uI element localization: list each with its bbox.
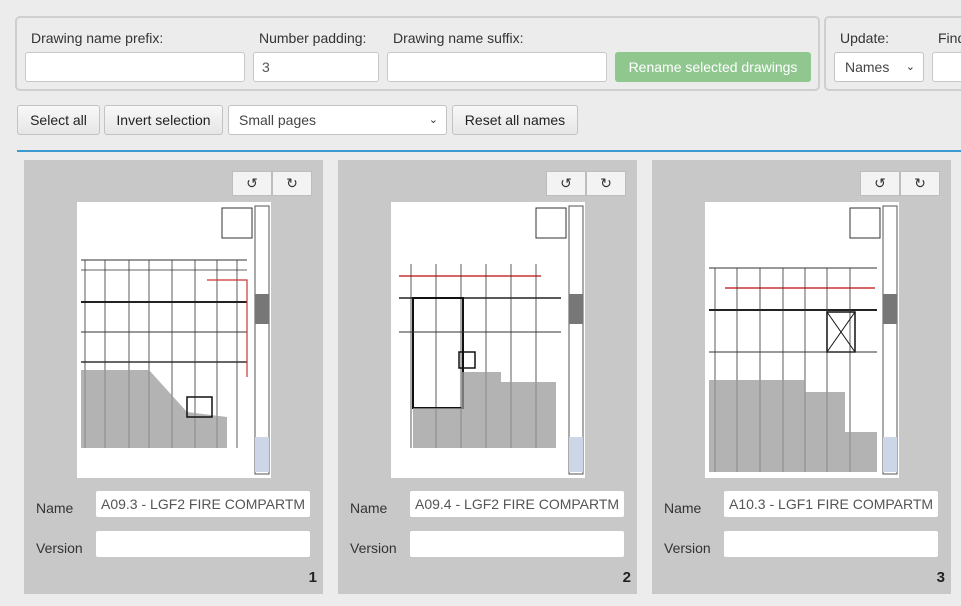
suffix-label: Drawing name suffix: xyxy=(393,30,524,46)
prefix-input[interactable] xyxy=(25,52,245,82)
rotate-cw-icon[interactable]: ↻ xyxy=(272,171,312,196)
find-label: Find xyxy=(938,30,961,46)
card-number: 2 xyxy=(622,569,631,586)
rotate-ccw-icon[interactable]: ↺ xyxy=(860,171,900,196)
find-input[interactable] xyxy=(932,52,961,82)
update-select-value: Names xyxy=(845,59,890,75)
update-panel: Update: Names ⌄ Find xyxy=(824,16,961,91)
update-select[interactable]: Names ⌄ xyxy=(834,52,924,82)
drawing-thumbnail[interactable] xyxy=(705,202,899,478)
rotate-cw-icon[interactable]: ↻ xyxy=(586,171,626,196)
reset-names-button[interactable]: Reset all names xyxy=(452,105,578,135)
invert-selection-button[interactable]: Invert selection xyxy=(104,105,223,135)
name-input[interactable]: A10.3 - LGF1 FIRE COMPARTM xyxy=(723,490,939,518)
name-input[interactable]: A09.4 - LGF2 FIRE COMPARTM xyxy=(409,490,625,518)
drawing-thumbnail[interactable] xyxy=(77,202,271,478)
suffix-input[interactable] xyxy=(387,52,607,82)
chevron-down-icon: ⌄ xyxy=(905,61,915,73)
drawing-card[interactable]: ↺ ↻ Name A09.3 - LGF2 FIRE COMPARTM Vers… xyxy=(24,160,323,594)
version-input[interactable] xyxy=(723,530,939,558)
padding-input[interactable]: 3 xyxy=(253,52,379,82)
rotate-ccw-icon[interactable]: ↺ xyxy=(546,171,586,196)
card-number: 3 xyxy=(936,569,945,586)
floor-plan-drawing xyxy=(391,202,585,478)
chevron-down-icon: ⌄ xyxy=(428,114,438,126)
page-size-select-value: Small pages xyxy=(239,112,317,128)
section-divider xyxy=(17,150,961,152)
padding-label: Number padding: xyxy=(259,30,367,46)
version-label: Version xyxy=(664,540,711,556)
prefix-label: Drawing name prefix: xyxy=(31,30,164,46)
name-label: Name xyxy=(36,500,74,516)
version-label: Version xyxy=(36,540,83,556)
drawing-thumbnail[interactable] xyxy=(391,202,585,478)
floor-plan-drawing xyxy=(77,202,271,478)
rename-panel: Drawing name prefix: Number padding: 3 D… xyxy=(15,16,820,91)
rotate-ccw-icon[interactable]: ↺ xyxy=(232,171,272,196)
name-label: Name xyxy=(350,500,388,516)
version-input[interactable] xyxy=(409,530,625,558)
drawing-card[interactable]: ↺ ↻ Name A10.3 - LGF1 FIRE COMPARTM Vers… xyxy=(652,160,951,594)
rotate-cw-icon[interactable]: ↻ xyxy=(900,171,940,196)
rename-selected-button[interactable]: Rename selected drawings xyxy=(615,52,811,82)
version-input[interactable] xyxy=(95,530,311,558)
drawing-card[interactable]: ↺ ↻ Name A09.4 - LGF2 FIRE COMPARTM Vers… xyxy=(338,160,637,594)
select-all-button[interactable]: Select all xyxy=(17,105,100,135)
card-number: 1 xyxy=(308,569,317,586)
floor-plan-drawing xyxy=(705,202,899,478)
page-size-select[interactable]: Small pages ⌄ xyxy=(228,105,447,135)
name-input[interactable]: A09.3 - LGF2 FIRE COMPARTM xyxy=(95,490,311,518)
update-label: Update: xyxy=(840,30,890,46)
name-label: Name xyxy=(664,500,702,516)
version-label: Version xyxy=(350,540,397,556)
